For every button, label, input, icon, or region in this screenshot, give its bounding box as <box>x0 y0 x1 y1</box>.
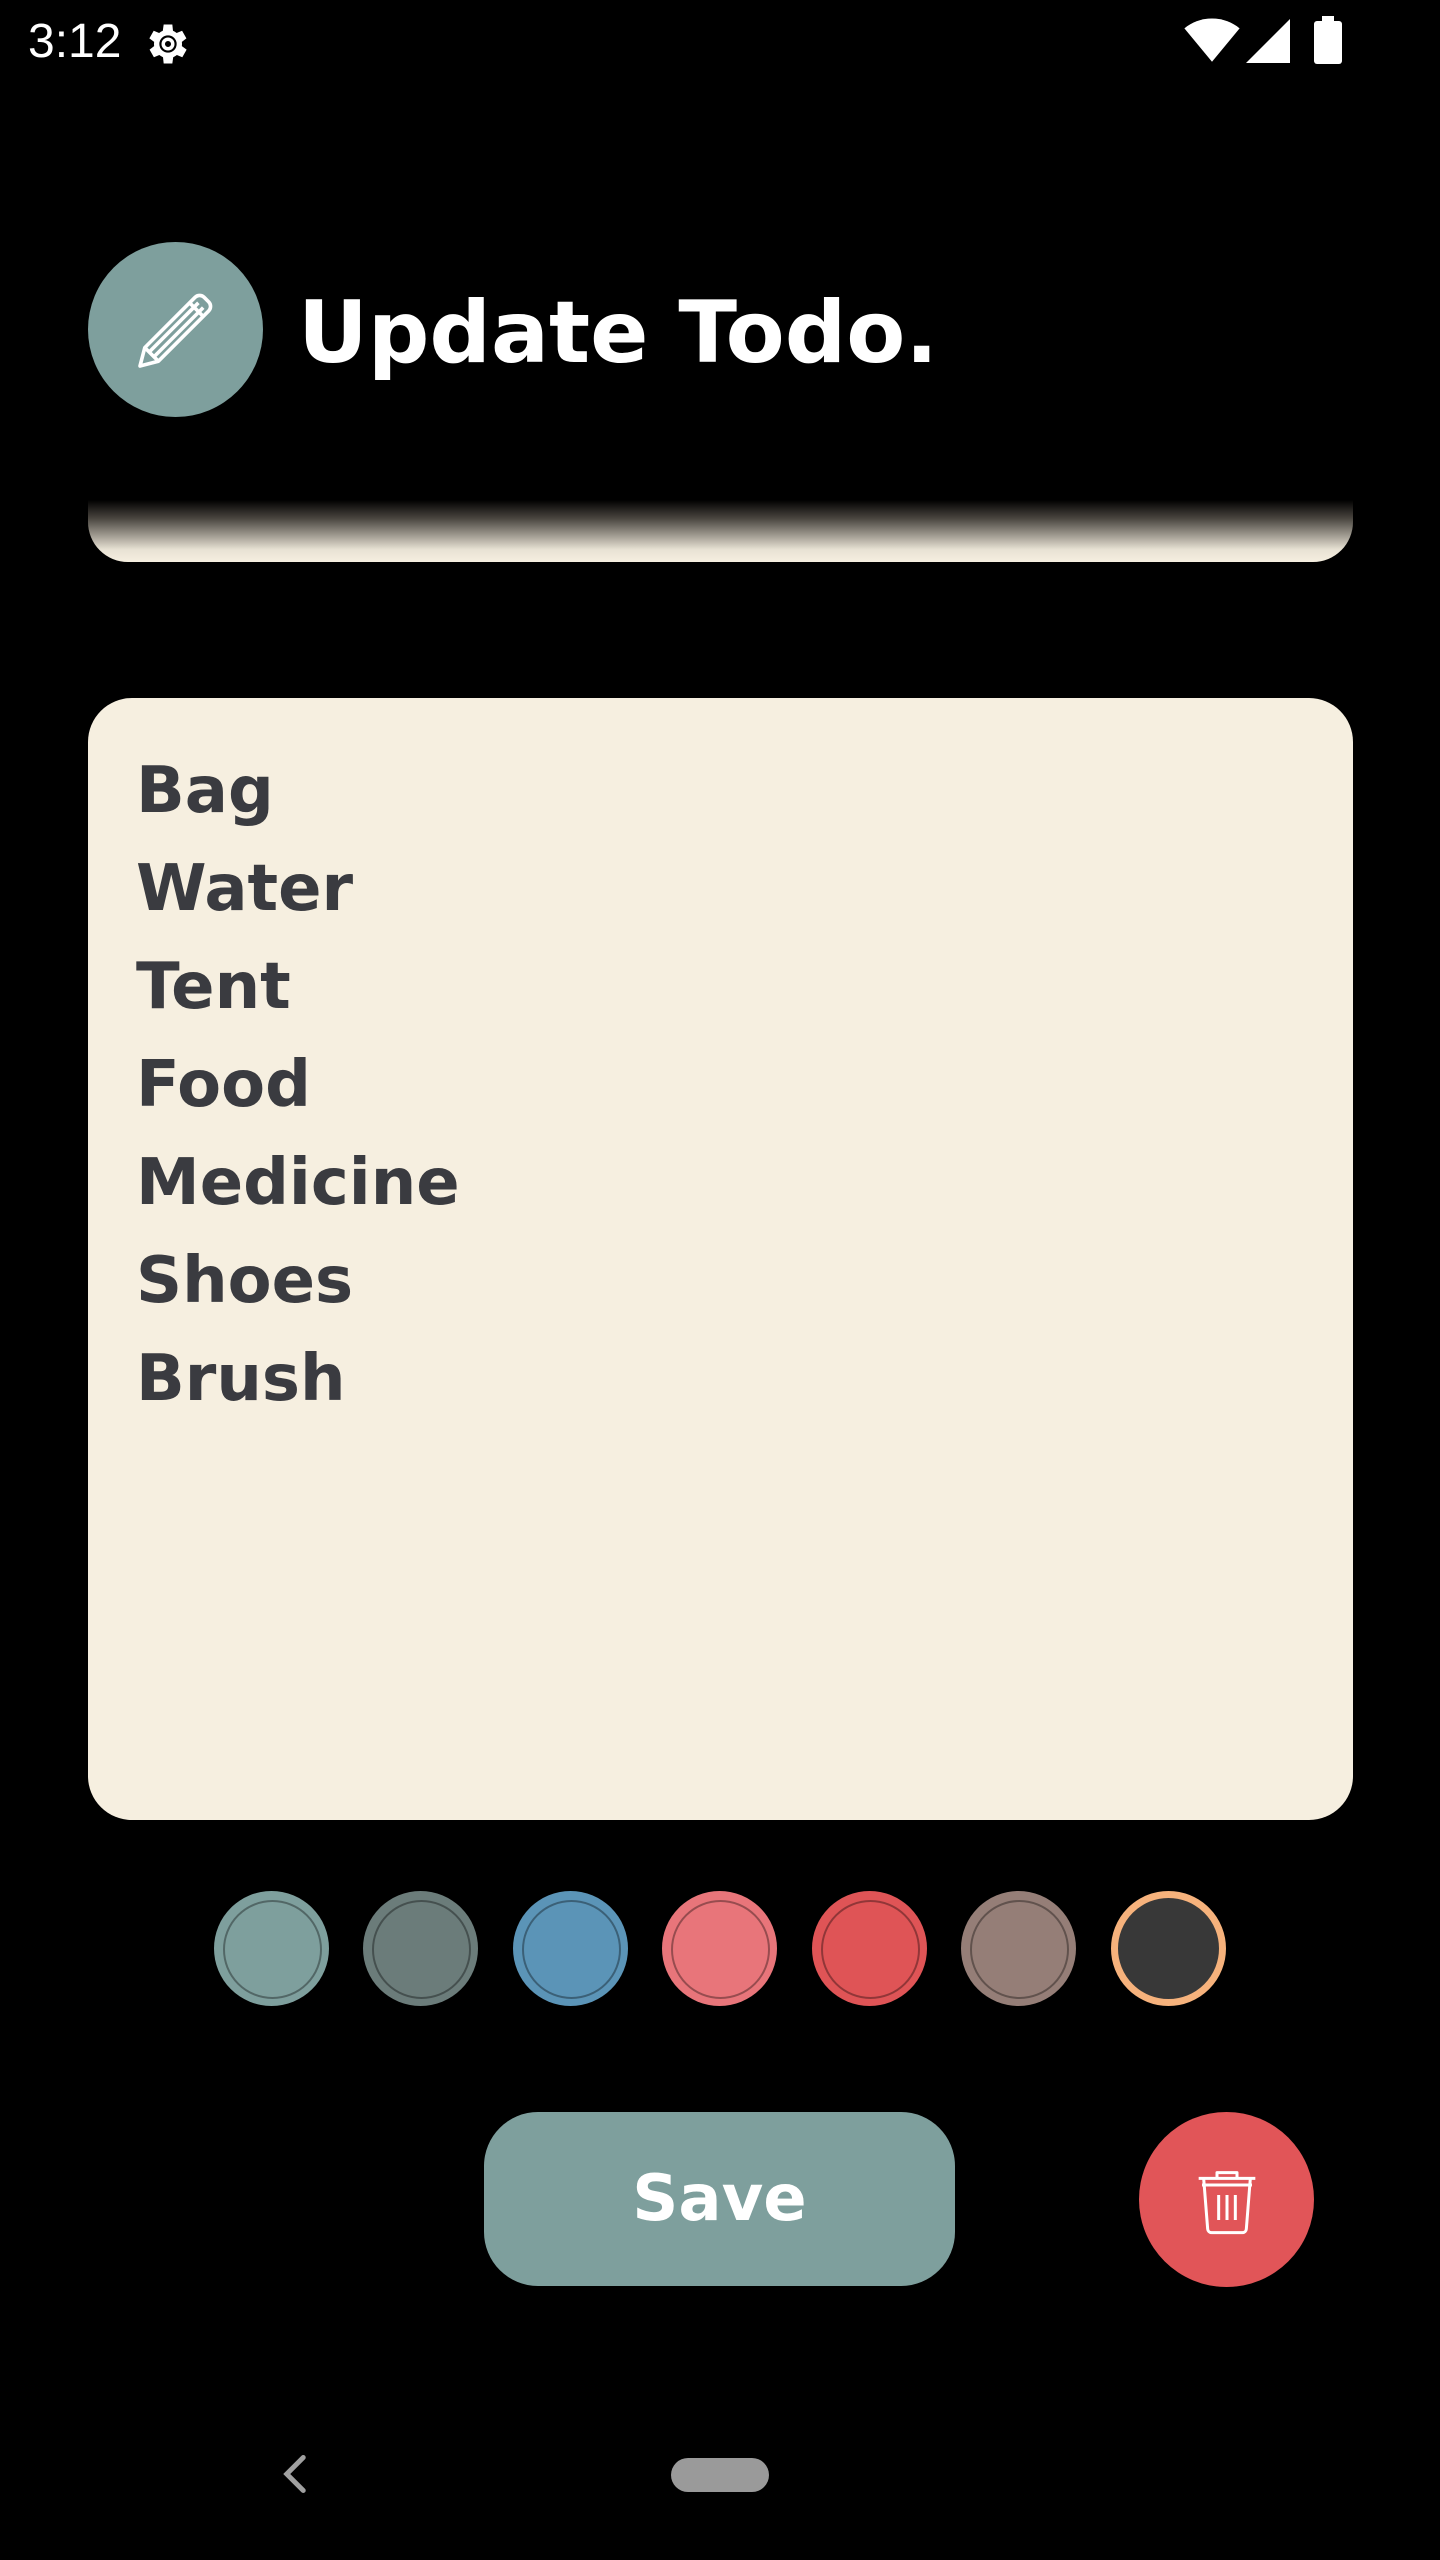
home-pill[interactable] <box>671 2458 769 2492</box>
back-icon[interactable] <box>276 2452 314 2496</box>
color-picker <box>214 1891 1226 2006</box>
delete-button[interactable] <box>1139 2112 1314 2287</box>
pencil-icon-badge <box>88 242 263 417</box>
content-lines: Bag Water Tent Food Medicine Shoes Brush <box>136 742 460 1428</box>
color-swatch[interactable] <box>214 1891 329 2006</box>
content-line: Tent <box>136 950 291 1024</box>
color-swatch[interactable] <box>1111 1891 1226 2006</box>
color-swatch[interactable] <box>513 1891 628 2006</box>
content-line: Medicine <box>136 1146 460 1220</box>
content-line: Shoes <box>136 1244 354 1318</box>
content-line: Food <box>136 1048 311 1122</box>
status-time: 3:12 <box>28 15 122 68</box>
signal-icon <box>1246 19 1290 63</box>
color-swatch[interactable] <box>363 1891 478 2006</box>
content-line: Bag <box>136 754 274 828</box>
page-title: Update Todo. <box>298 283 939 383</box>
color-swatch[interactable] <box>961 1891 1076 2006</box>
title-input[interactable] <box>88 500 1353 562</box>
content-line: Water <box>136 852 354 926</box>
status-bar: 3:12 <box>0 0 1440 84</box>
trash-icon <box>1198 2170 1255 2234</box>
pencil-icon <box>137 293 212 368</box>
battery-icon <box>1314 16 1342 64</box>
color-swatch[interactable] <box>812 1891 927 2006</box>
gear-icon <box>149 24 187 64</box>
wifi-icon <box>1184 18 1240 62</box>
content-input[interactable]: Bag Water Tent Food Medicine Shoes Brush <box>88 698 1353 1820</box>
save-button[interactable]: Save <box>484 2112 955 2286</box>
content-line: Brush <box>136 1342 346 1416</box>
color-swatch[interactable] <box>662 1891 777 2006</box>
